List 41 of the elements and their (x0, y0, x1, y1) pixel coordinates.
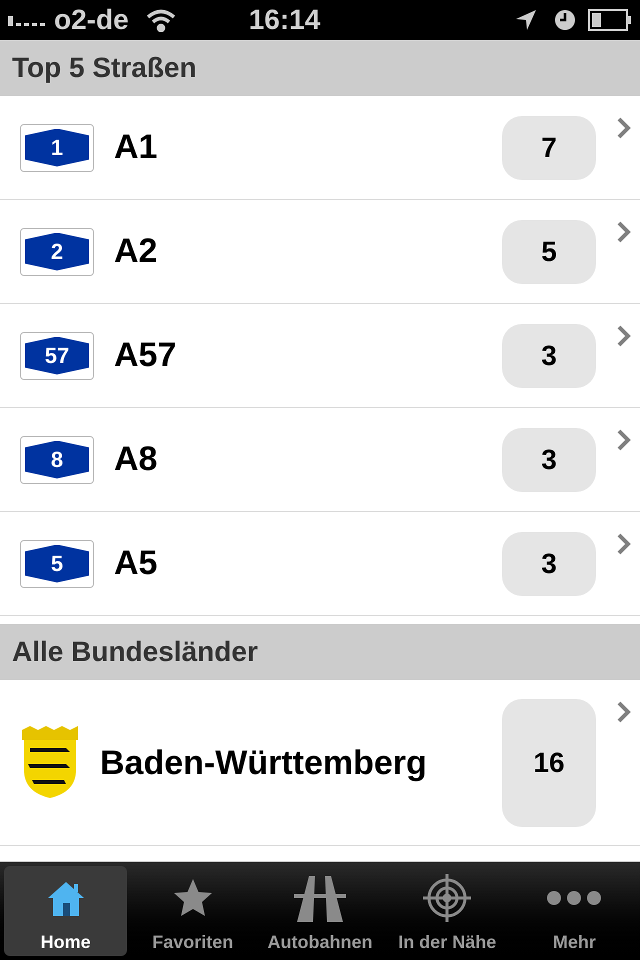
count-badge: 7 (502, 116, 596, 180)
alarm-clock-icon (554, 9, 576, 31)
target-icon (421, 872, 474, 924)
chevron-icon[interactable] (616, 116, 632, 140)
chevron-icon[interactable] (616, 324, 632, 348)
count-badge: 16 (502, 698, 596, 826)
count-badge: 3 (502, 532, 596, 596)
row-title: A5 (114, 543, 158, 584)
sign-number: 5 (50, 550, 64, 578)
chevron-icon[interactable] (616, 220, 632, 244)
row-title: Baden-Württemberg (100, 742, 428, 784)
sign-number: 2 (50, 238, 64, 266)
coat-of-arms-icon (20, 726, 80, 800)
more-icon (545, 888, 604, 906)
row-title: A2 (114, 231, 158, 272)
sign-number: 8 (50, 446, 64, 474)
sign-number: 57 (44, 342, 70, 370)
chevron-icon[interactable] (616, 428, 632, 452)
section-header: Top 5 Straßen (0, 40, 640, 96)
signal-icon (8, 14, 46, 26)
highway-icon (292, 874, 348, 922)
wifi-icon (144, 8, 177, 32)
clock-time: 16:14 (248, 3, 320, 37)
count-badge: 3 (502, 428, 596, 492)
count-badge: 5 (502, 220, 596, 284)
section-header: Alle Bundesländer (0, 624, 640, 680)
chevron-icon[interactable] (616, 532, 632, 556)
row-title: A8 (114, 439, 158, 480)
count-badge: 3 (502, 324, 596, 388)
tab-bar-item[interactable]: Favoriten (131, 866, 254, 956)
row-title: A1 (114, 127, 158, 168)
sign-number: 1 (50, 134, 64, 162)
chevron-icon[interactable] (616, 700, 632, 724)
row-title: A57 (114, 335, 178, 376)
tab-bar-item[interactable]: Mehr (512, 866, 636, 956)
tab-bar-item[interactable]: In der Nähe (386, 866, 509, 956)
tab-bar-item[interactable]: Autobahnen (258, 866, 382, 956)
battery-icon (588, 9, 632, 31)
carrier-name: o2-de (54, 3, 129, 37)
tab-bar-item[interactable]: Home (4, 866, 128, 956)
location-arrow-icon (514, 8, 538, 32)
